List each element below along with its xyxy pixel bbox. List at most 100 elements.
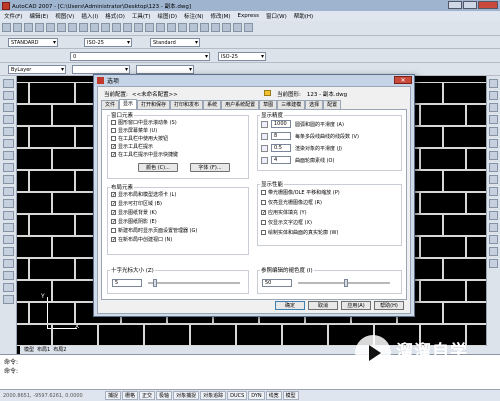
- menu-window[interactable]: 窗口(W): [266, 12, 287, 20]
- chamfer-icon[interactable]: [489, 235, 498, 244]
- display-performance-checkbox[interactable]: [261, 200, 266, 205]
- color-combo[interactable]: ByLayer: [8, 65, 66, 74]
- display-resolution-input[interactable]: 4: [271, 156, 291, 164]
- text-style-combo[interactable]: STANDARD: [8, 38, 58, 47]
- grid-toggle[interactable]: 栅格: [122, 391, 139, 400]
- display-performance-checkbox-row[interactable]: 仅显示文字边框 (X): [261, 219, 312, 226]
- window-element-checkbox-row[interactable]: 在工具栏提示中显示快捷键: [111, 151, 178, 158]
- menu-tools[interactable]: 工具(T): [132, 12, 151, 20]
- zoom-window-icon[interactable]: [156, 23, 165, 32]
- ducs-toggle[interactable]: DUCS: [227, 391, 248, 400]
- break-icon[interactable]: [489, 211, 498, 220]
- stretch-icon[interactable]: [489, 175, 498, 184]
- menu-edit[interactable]: 编辑(E): [29, 12, 48, 20]
- copy-icon[interactable]: [79, 23, 88, 32]
- osnap-toggle[interactable]: 对象捕捉: [173, 391, 200, 400]
- snap-toggle[interactable]: 捕捉: [105, 391, 122, 400]
- ortho-toggle[interactable]: 正交: [139, 391, 156, 400]
- hatch-icon[interactable]: [3, 247, 14, 256]
- window-element-checkbox[interactable]: [111, 136, 116, 141]
- tab-layout1[interactable]: 布局1: [37, 346, 50, 354]
- undo-icon[interactable]: [112, 23, 121, 32]
- explode-icon[interactable]: [489, 259, 498, 268]
- circle-icon[interactable]: [3, 151, 14, 160]
- display-performance-checkbox[interactable]: [261, 190, 266, 195]
- window-element-checkbox[interactable]: [111, 144, 116, 149]
- construction-line-icon[interactable]: [3, 91, 14, 100]
- window-element-checkbox[interactable]: [111, 128, 116, 133]
- tab-layout2[interactable]: 布局2: [53, 346, 66, 354]
- polygon-icon[interactable]: [3, 115, 14, 124]
- gradient-icon[interactable]: [3, 259, 14, 268]
- array-icon[interactable]: [489, 127, 498, 136]
- otrack-toggle[interactable]: 对象追踪: [200, 391, 227, 400]
- dyn-toggle[interactable]: DYN: [248, 391, 265, 400]
- layout-element-checkbox[interactable]: [111, 228, 116, 233]
- layout-element-checkbox[interactable]: [111, 192, 116, 197]
- cancel-button[interactable]: 取消: [308, 301, 338, 310]
- layout-element-checkbox[interactable]: [111, 210, 116, 215]
- display-resolution-input[interactable]: 1000: [271, 120, 291, 128]
- display-performance-checkbox[interactable]: [261, 220, 266, 225]
- display-performance-checkbox[interactable]: [261, 210, 266, 215]
- tab-plot-publish[interactable]: 打印和发布: [170, 100, 204, 109]
- display-performance-checkbox-row[interactable]: 仅亮显光栅图像边框 (R): [261, 199, 322, 206]
- display-performance-checkbox-row[interactable]: 带光栅图像/OLE 平移和缩放 (P): [261, 189, 340, 196]
- tab-display[interactable]: 显示: [119, 99, 138, 109]
- ok-button[interactable]: 确定: [275, 301, 305, 310]
- menu-express[interactable]: Express: [238, 13, 259, 19]
- menu-insert[interactable]: 插入(I): [81, 12, 98, 20]
- menu-file[interactable]: 文件(F): [4, 12, 22, 20]
- help-button[interactable]: 帮助(H): [374, 301, 404, 310]
- tab-profiles[interactable]: 配置: [323, 100, 342, 109]
- trim-icon[interactable]: [489, 187, 498, 196]
- zoom-realtime-icon[interactable]: [145, 23, 154, 32]
- properties-icon[interactable]: [178, 23, 187, 32]
- table-icon[interactable]: [3, 283, 14, 292]
- copy-object-icon[interactable]: [489, 91, 498, 100]
- layout-element-checkbox[interactable]: [111, 237, 116, 242]
- close-window-button[interactable]: [478, 1, 498, 9]
- dim-style-combo-2[interactable]: ISO-25: [218, 52, 266, 61]
- menu-draw[interactable]: 绘图(D): [158, 12, 178, 20]
- tab-files[interactable]: 文件: [101, 100, 120, 109]
- redo-icon[interactable]: [123, 23, 132, 32]
- help-icon[interactable]: [244, 23, 253, 32]
- save-icon[interactable]: [24, 23, 33, 32]
- colors-button[interactable]: 颜色 (C)...: [138, 163, 178, 172]
- layer-combo[interactable]: 0: [70, 52, 210, 61]
- dialog-close-button[interactable]: ✕: [394, 76, 412, 84]
- preview-icon[interactable]: [46, 23, 55, 32]
- insert-block-icon[interactable]: [3, 211, 14, 220]
- fillet-icon[interactable]: [489, 247, 498, 256]
- window-element-checkbox-row[interactable]: 在工具栏中使用大按钮: [111, 135, 168, 142]
- publish-icon[interactable]: [57, 23, 66, 32]
- offset-icon[interactable]: [489, 115, 498, 124]
- print-icon[interactable]: [35, 23, 44, 32]
- point-icon[interactable]: [3, 235, 14, 244]
- tab-selection[interactable]: 选择: [305, 100, 324, 109]
- window-element-checkbox-row[interactable]: 图形窗口中显示滚动条 (S): [111, 119, 177, 126]
- multiline-text-icon[interactable]: [3, 295, 14, 304]
- open-file-icon[interactable]: [13, 23, 22, 32]
- menu-modify[interactable]: 修改(M): [210, 12, 230, 20]
- polyline-icon[interactable]: [3, 103, 14, 112]
- match-properties-icon[interactable]: [101, 23, 110, 32]
- make-block-icon[interactable]: [3, 223, 14, 232]
- sheet-set-icon[interactable]: [211, 23, 220, 32]
- region-icon[interactable]: [3, 271, 14, 280]
- layout-element-checkbox[interactable]: [111, 219, 116, 224]
- revision-cloud-icon[interactable]: [3, 163, 14, 172]
- tab-3d-modeling[interactable]: 三维建模: [277, 100, 306, 109]
- cut-icon[interactable]: [68, 23, 77, 32]
- fade-slider[interactable]: [344, 279, 348, 287]
- pan-icon[interactable]: [134, 23, 143, 32]
- minimize-button[interactable]: [448, 1, 462, 9]
- arc-icon[interactable]: [3, 139, 14, 148]
- menu-help[interactable]: 帮助(H): [294, 12, 313, 20]
- window-element-checkbox[interactable]: [111, 120, 116, 125]
- tab-drafting[interactable]: 草图: [259, 100, 278, 109]
- layout-element-checkbox-row[interactable]: 显示可打印区域 (B): [111, 200, 162, 207]
- lineweight-combo[interactable]: [136, 65, 194, 74]
- menu-dimension[interactable]: 标注(N): [184, 12, 203, 20]
